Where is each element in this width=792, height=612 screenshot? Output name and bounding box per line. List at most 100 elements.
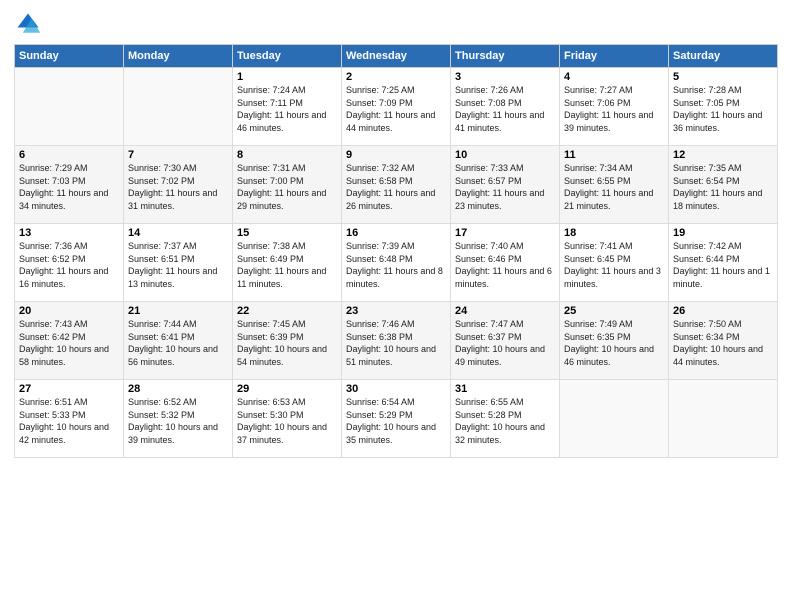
- day-number: 17: [455, 227, 555, 239]
- calendar-week-row: 13Sunrise: 7:36 AM Sunset: 6:52 PM Dayli…: [15, 224, 778, 302]
- calendar-day-cell: 2Sunrise: 7:25 AM Sunset: 7:09 PM Daylig…: [342, 68, 451, 146]
- day-detail: Sunrise: 7:36 AM Sunset: 6:52 PM Dayligh…: [19, 240, 119, 290]
- day-number: 15: [237, 227, 337, 239]
- day-number: 5: [673, 71, 773, 83]
- day-number: 25: [564, 305, 664, 317]
- day-detail: Sunrise: 7:27 AM Sunset: 7:06 PM Dayligh…: [564, 84, 664, 134]
- day-number: 23: [346, 305, 446, 317]
- day-detail: Sunrise: 7:32 AM Sunset: 6:58 PM Dayligh…: [346, 162, 446, 212]
- day-number: 19: [673, 227, 773, 239]
- calendar-day-cell: 22Sunrise: 7:45 AM Sunset: 6:39 PM Dayli…: [233, 302, 342, 380]
- day-number: 8: [237, 149, 337, 161]
- day-detail: Sunrise: 7:49 AM Sunset: 6:35 PM Dayligh…: [564, 318, 664, 368]
- day-detail: Sunrise: 6:52 AM Sunset: 5:32 PM Dayligh…: [128, 396, 228, 446]
- calendar-day-cell: 10Sunrise: 7:33 AM Sunset: 6:57 PM Dayli…: [451, 146, 560, 224]
- calendar-day-cell: 5Sunrise: 7:28 AM Sunset: 7:05 PM Daylig…: [669, 68, 778, 146]
- day-number: 4: [564, 71, 664, 83]
- calendar-day-cell: 14Sunrise: 7:37 AM Sunset: 6:51 PM Dayli…: [124, 224, 233, 302]
- calendar-body: 1Sunrise: 7:24 AM Sunset: 7:11 PM Daylig…: [15, 68, 778, 458]
- calendar-day-cell: [124, 68, 233, 146]
- day-detail: Sunrise: 7:46 AM Sunset: 6:38 PM Dayligh…: [346, 318, 446, 368]
- calendar-day-cell: 30Sunrise: 6:54 AM Sunset: 5:29 PM Dayli…: [342, 380, 451, 458]
- day-detail: Sunrise: 7:24 AM Sunset: 7:11 PM Dayligh…: [237, 84, 337, 134]
- day-detail: Sunrise: 7:28 AM Sunset: 7:05 PM Dayligh…: [673, 84, 773, 134]
- calendar-day-cell: 27Sunrise: 6:51 AM Sunset: 5:33 PM Dayli…: [15, 380, 124, 458]
- day-detail: Sunrise: 7:34 AM Sunset: 6:55 PM Dayligh…: [564, 162, 664, 212]
- day-number: 13: [19, 227, 119, 239]
- day-detail: Sunrise: 7:37 AM Sunset: 6:51 PM Dayligh…: [128, 240, 228, 290]
- calendar-day-cell: 16Sunrise: 7:39 AM Sunset: 6:48 PM Dayli…: [342, 224, 451, 302]
- day-number: 30: [346, 383, 446, 395]
- calendar-day-cell: [15, 68, 124, 146]
- day-number: 7: [128, 149, 228, 161]
- day-number: 12: [673, 149, 773, 161]
- logo-icon: [14, 10, 42, 38]
- weekday-header: Tuesday: [233, 45, 342, 68]
- calendar-day-cell: 24Sunrise: 7:47 AM Sunset: 6:37 PM Dayli…: [451, 302, 560, 380]
- day-number: 16: [346, 227, 446, 239]
- day-detail: Sunrise: 7:44 AM Sunset: 6:41 PM Dayligh…: [128, 318, 228, 368]
- calendar-day-cell: 20Sunrise: 7:43 AM Sunset: 6:42 PM Dayli…: [15, 302, 124, 380]
- calendar-day-cell: 19Sunrise: 7:42 AM Sunset: 6:44 PM Dayli…: [669, 224, 778, 302]
- day-number: 3: [455, 71, 555, 83]
- day-number: 24: [455, 305, 555, 317]
- calendar-table: SundayMondayTuesdayWednesdayThursdayFrid…: [14, 44, 778, 458]
- calendar-day-cell: 17Sunrise: 7:40 AM Sunset: 6:46 PM Dayli…: [451, 224, 560, 302]
- day-detail: Sunrise: 7:25 AM Sunset: 7:09 PM Dayligh…: [346, 84, 446, 134]
- calendar-day-cell: [560, 380, 669, 458]
- calendar-day-cell: 26Sunrise: 7:50 AM Sunset: 6:34 PM Dayli…: [669, 302, 778, 380]
- day-number: 2: [346, 71, 446, 83]
- day-detail: Sunrise: 7:31 AM Sunset: 7:00 PM Dayligh…: [237, 162, 337, 212]
- calendar-day-cell: 1Sunrise: 7:24 AM Sunset: 7:11 PM Daylig…: [233, 68, 342, 146]
- day-number: 29: [237, 383, 337, 395]
- weekday-header: Saturday: [669, 45, 778, 68]
- calendar-day-cell: 12Sunrise: 7:35 AM Sunset: 6:54 PM Dayli…: [669, 146, 778, 224]
- day-detail: Sunrise: 6:53 AM Sunset: 5:30 PM Dayligh…: [237, 396, 337, 446]
- day-number: 10: [455, 149, 555, 161]
- calendar-header: SundayMondayTuesdayWednesdayThursdayFrid…: [15, 45, 778, 68]
- day-number: 31: [455, 383, 555, 395]
- calendar-day-cell: 31Sunrise: 6:55 AM Sunset: 5:28 PM Dayli…: [451, 380, 560, 458]
- day-number: 22: [237, 305, 337, 317]
- day-number: 26: [673, 305, 773, 317]
- day-detail: Sunrise: 7:50 AM Sunset: 6:34 PM Dayligh…: [673, 318, 773, 368]
- day-detail: Sunrise: 7:47 AM Sunset: 6:37 PM Dayligh…: [455, 318, 555, 368]
- day-detail: Sunrise: 7:29 AM Sunset: 7:03 PM Dayligh…: [19, 162, 119, 212]
- calendar-week-row: 20Sunrise: 7:43 AM Sunset: 6:42 PM Dayli…: [15, 302, 778, 380]
- calendar-day-cell: 23Sunrise: 7:46 AM Sunset: 6:38 PM Dayli…: [342, 302, 451, 380]
- calendar-day-cell: 29Sunrise: 6:53 AM Sunset: 5:30 PM Dayli…: [233, 380, 342, 458]
- day-number: 14: [128, 227, 228, 239]
- day-number: 1: [237, 71, 337, 83]
- weekday-row: SundayMondayTuesdayWednesdayThursdayFrid…: [15, 45, 778, 68]
- day-detail: Sunrise: 7:42 AM Sunset: 6:44 PM Dayligh…: [673, 240, 773, 290]
- day-number: 27: [19, 383, 119, 395]
- day-detail: Sunrise: 7:30 AM Sunset: 7:02 PM Dayligh…: [128, 162, 228, 212]
- weekday-header: Wednesday: [342, 45, 451, 68]
- calendar-day-cell: 4Sunrise: 7:27 AM Sunset: 7:06 PM Daylig…: [560, 68, 669, 146]
- calendar-day-cell: 9Sunrise: 7:32 AM Sunset: 6:58 PM Daylig…: [342, 146, 451, 224]
- day-detail: Sunrise: 6:51 AM Sunset: 5:33 PM Dayligh…: [19, 396, 119, 446]
- calendar-day-cell: 13Sunrise: 7:36 AM Sunset: 6:52 PM Dayli…: [15, 224, 124, 302]
- day-detail: Sunrise: 7:39 AM Sunset: 6:48 PM Dayligh…: [346, 240, 446, 290]
- day-detail: Sunrise: 7:43 AM Sunset: 6:42 PM Dayligh…: [19, 318, 119, 368]
- day-detail: Sunrise: 6:54 AM Sunset: 5:29 PM Dayligh…: [346, 396, 446, 446]
- calendar-day-cell: 11Sunrise: 7:34 AM Sunset: 6:55 PM Dayli…: [560, 146, 669, 224]
- day-number: 28: [128, 383, 228, 395]
- calendar-day-cell: 18Sunrise: 7:41 AM Sunset: 6:45 PM Dayli…: [560, 224, 669, 302]
- calendar-week-row: 27Sunrise: 6:51 AM Sunset: 5:33 PM Dayli…: [15, 380, 778, 458]
- weekday-header: Thursday: [451, 45, 560, 68]
- weekday-header: Friday: [560, 45, 669, 68]
- calendar-day-cell: 8Sunrise: 7:31 AM Sunset: 7:00 PM Daylig…: [233, 146, 342, 224]
- calendar-day-cell: [669, 380, 778, 458]
- calendar-day-cell: 3Sunrise: 7:26 AM Sunset: 7:08 PM Daylig…: [451, 68, 560, 146]
- day-number: 21: [128, 305, 228, 317]
- logo: [14, 10, 46, 38]
- header: [14, 10, 778, 38]
- calendar-day-cell: 15Sunrise: 7:38 AM Sunset: 6:49 PM Dayli…: [233, 224, 342, 302]
- day-detail: Sunrise: 7:41 AM Sunset: 6:45 PM Dayligh…: [564, 240, 664, 290]
- calendar-week-row: 1Sunrise: 7:24 AM Sunset: 7:11 PM Daylig…: [15, 68, 778, 146]
- day-detail: Sunrise: 6:55 AM Sunset: 5:28 PM Dayligh…: [455, 396, 555, 446]
- day-detail: Sunrise: 7:40 AM Sunset: 6:46 PM Dayligh…: [455, 240, 555, 290]
- day-number: 11: [564, 149, 664, 161]
- day-detail: Sunrise: 7:45 AM Sunset: 6:39 PM Dayligh…: [237, 318, 337, 368]
